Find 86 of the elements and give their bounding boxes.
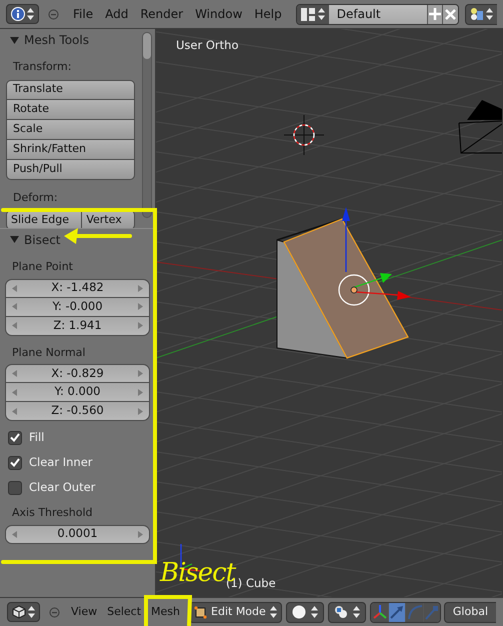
transform-gizmo[interactable] bbox=[338, 207, 411, 306]
number-field[interactable]: Z: -0.560 bbox=[5, 402, 150, 421]
decrease-arrow-icon[interactable] bbox=[12, 284, 17, 292]
up-down-arrows-icon bbox=[270, 606, 278, 618]
menu-item[interactable]: Help bbox=[248, 5, 288, 23]
scale-icon bbox=[424, 604, 440, 620]
field-label: Plane Point bbox=[12, 259, 74, 275]
increase-arrow-icon[interactable] bbox=[138, 408, 143, 414]
axes-icon bbox=[372, 604, 388, 620]
arc-icon bbox=[406, 604, 423, 620]
checkbox[interactable] bbox=[8, 456, 22, 470]
section-label: Deform: bbox=[13, 190, 59, 206]
sphere-icon bbox=[292, 605, 306, 619]
scene-button[interactable] bbox=[465, 4, 497, 24]
tool-button[interactable]: Shrink/Fatten bbox=[6, 140, 135, 160]
number-field[interactable]: Z: 1.941 bbox=[5, 316, 150, 336]
up-down-arrows-icon bbox=[353, 606, 360, 618]
manipulator-button[interactable] bbox=[388, 602, 406, 622]
info-icon bbox=[11, 7, 25, 21]
section-label: Transform: bbox=[13, 59, 72, 75]
wedge-mesh[interactable] bbox=[276, 218, 409, 359]
up-down-arrows-icon bbox=[28, 606, 35, 618]
edit-mode-icon bbox=[194, 606, 208, 618]
increase-arrow-icon[interactable] bbox=[138, 370, 143, 377]
checkbox-label[interactable]: Clear Inner bbox=[29, 454, 93, 472]
check-icon bbox=[10, 433, 20, 442]
tool-button[interactable]: Translate bbox=[6, 80, 135, 100]
collapse-icon[interactable] bbox=[49, 606, 60, 618]
menu-item[interactable]: Add bbox=[99, 5, 134, 23]
bracket-drawing bbox=[144, 595, 192, 626]
field-label: Axis Threshold bbox=[12, 505, 94, 521]
panel-title[interactable]: Bisect bbox=[24, 230, 61, 248]
decrease-arrow-icon[interactable] bbox=[12, 322, 17, 329]
menu-item[interactable]: Select bbox=[102, 604, 146, 620]
increase-arrow-icon[interactable] bbox=[138, 303, 143, 310]
number-field[interactable]: Y: 0.000 bbox=[5, 383, 150, 402]
menu-item[interactable]: Render bbox=[134, 5, 190, 23]
up-down-arrows-icon bbox=[311, 606, 318, 618]
increase-arrow-icon[interactable] bbox=[138, 530, 143, 538]
field-label: Plane Normal bbox=[12, 344, 86, 360]
menu-item[interactable]: View bbox=[66, 604, 102, 620]
mode-dropdown[interactable]: Edit Mode bbox=[189, 602, 282, 622]
checkbox-label[interactable]: Clear Outer bbox=[29, 478, 96, 496]
orientation-dropdown[interactable]: Global bbox=[444, 602, 496, 622]
tool-button[interactable]: Rotate bbox=[6, 100, 135, 120]
checkbox-label[interactable]: Fill bbox=[29, 428, 44, 446]
decrease-arrow-icon[interactable] bbox=[12, 303, 17, 310]
menu-item[interactable]: Mesh bbox=[146, 604, 186, 620]
panel-toggle-icon[interactable] bbox=[10, 235, 19, 244]
up-down-arrows-icon bbox=[27, 8, 34, 20]
camera-drawing[interactable] bbox=[458, 100, 502, 154]
arrow-icon bbox=[389, 604, 406, 620]
check-icon bbox=[10, 458, 20, 467]
manipulator-button[interactable] bbox=[371, 602, 388, 622]
number-field[interactable]: X: -0.829 bbox=[5, 364, 150, 383]
checkbox[interactable] bbox=[8, 480, 22, 494]
pivot-dropdown[interactable] bbox=[328, 602, 366, 622]
checkbox[interactable] bbox=[8, 430, 22, 444]
collapse-icon[interactable] bbox=[48, 8, 59, 20]
editor-type-button[interactable] bbox=[7, 602, 40, 622]
arrow-drawing bbox=[64, 228, 132, 244]
decrease-arrow-icon[interactable] bbox=[12, 370, 17, 377]
view-name: User Ortho bbox=[176, 37, 238, 54]
3d-cursor-icon[interactable] bbox=[284, 114, 324, 156]
decrease-arrow-icon[interactable] bbox=[12, 388, 17, 396]
scene-icon bbox=[470, 7, 484, 21]
pivot-icon bbox=[334, 605, 348, 619]
number-field[interactable]: 0.0001 bbox=[5, 524, 150, 544]
decrease-arrow-icon[interactable] bbox=[12, 530, 17, 538]
tool-button[interactable]: Push/Pull bbox=[6, 160, 135, 180]
tool-button[interactable]: Scale bbox=[6, 120, 135, 140]
scrollbar[interactable] bbox=[142, 32, 152, 218]
cube-icon bbox=[12, 605, 26, 619]
menu-item[interactable]: Window bbox=[189, 5, 248, 23]
up-down-arrows-icon bbox=[486, 8, 493, 20]
number-field[interactable]: X: -1.482 bbox=[5, 278, 150, 298]
increase-arrow-icon[interactable] bbox=[138, 284, 143, 292]
panel-toggle-icon[interactable] bbox=[10, 36, 19, 44]
shading-dropdown[interactable] bbox=[286, 602, 324, 622]
increase-arrow-icon[interactable] bbox=[138, 322, 143, 329]
panel-title[interactable]: Mesh Tools bbox=[24, 31, 89, 49]
decrease-arrow-icon[interactable] bbox=[12, 408, 17, 414]
number-field[interactable]: Y: -0.000 bbox=[5, 298, 150, 316]
increase-arrow-icon[interactable] bbox=[138, 388, 143, 396]
menu-item[interactable]: File bbox=[67, 5, 100, 23]
editor-type-button[interactable] bbox=[6, 4, 39, 24]
